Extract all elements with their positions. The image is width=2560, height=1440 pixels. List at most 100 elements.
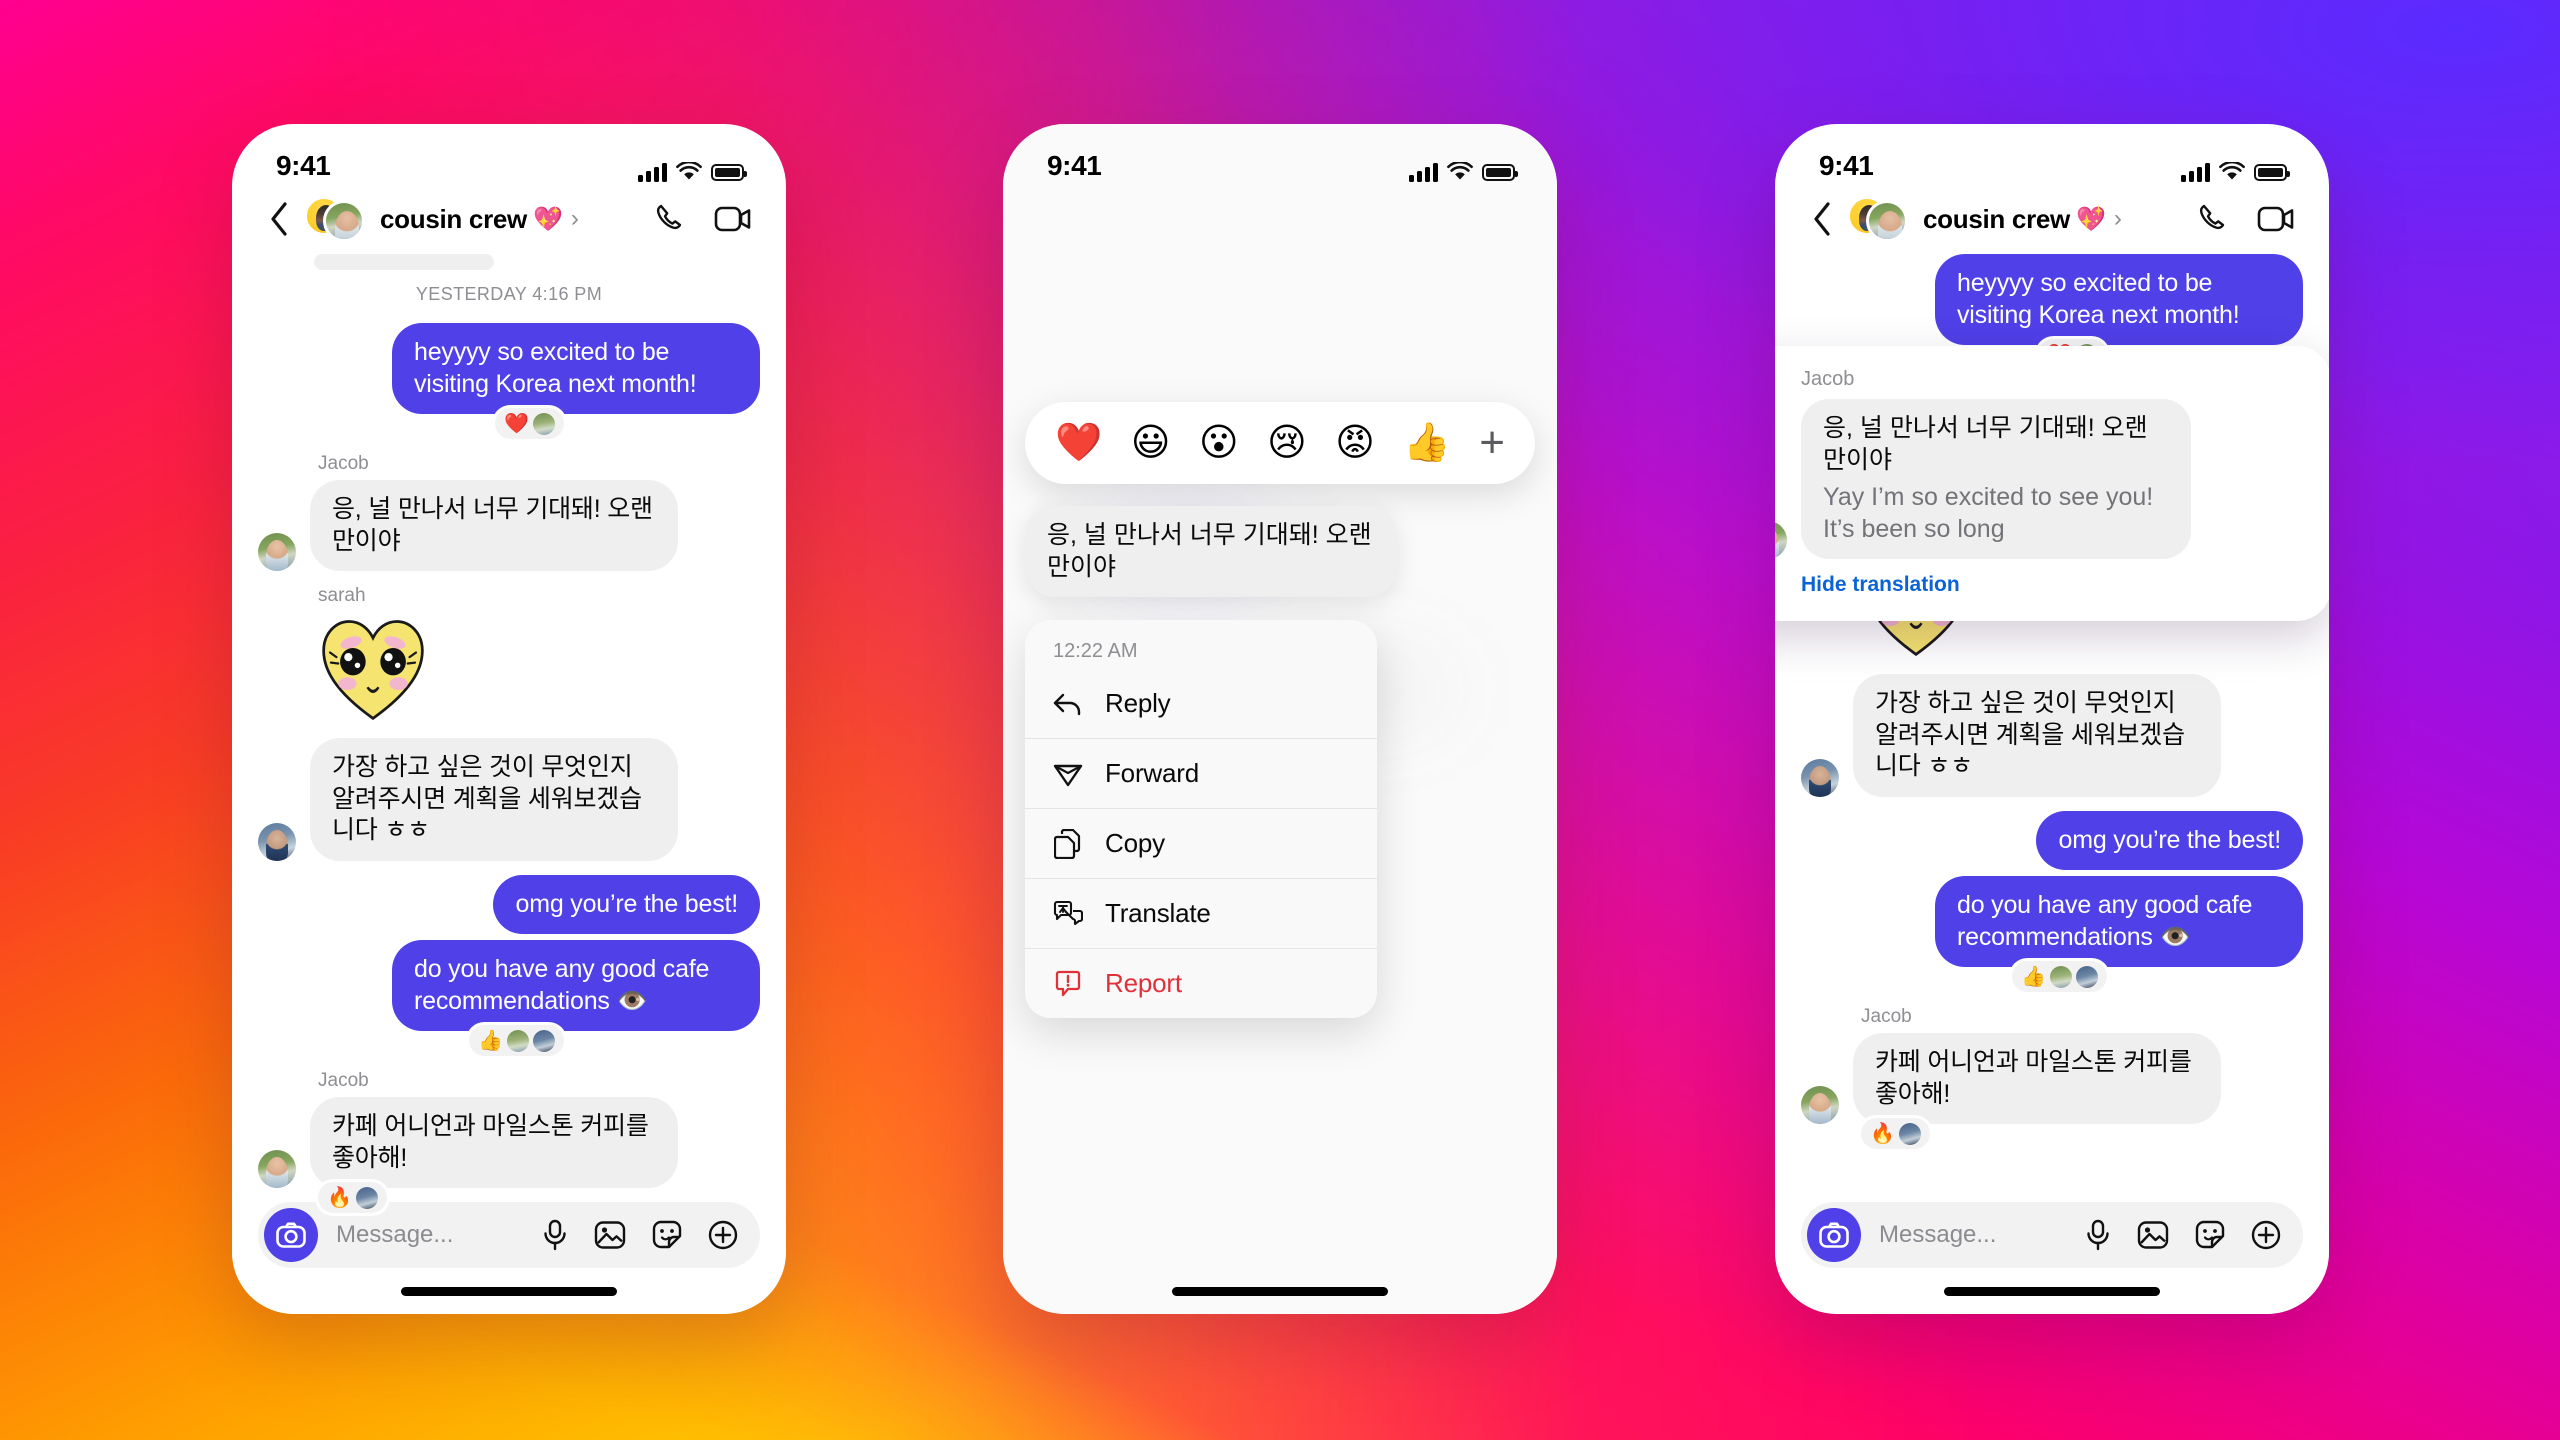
- context-menu-item-forward[interactable]: Forward: [1025, 738, 1377, 808]
- focused-message-bubble[interactable]: 응, 널 만나서 너무 기대돼! 오랜만이야: [1025, 506, 1397, 597]
- thumbsup-reaction-emoji: 👍: [478, 1030, 503, 1052]
- message-bubble[interactable]: 가장 하고 싶은 것이 무엇인지 알려주시면 계획을 세워보겠습니다 ㅎㅎ: [310, 738, 678, 861]
- page-title[interactable]: cousin crew: [380, 204, 527, 235]
- reactor-avatar: [1898, 1122, 1921, 1145]
- reaction-pill[interactable]: ❤️: [495, 408, 564, 439]
- reaction-laugh-icon[interactable]: 😃: [1131, 424, 1171, 462]
- message-context-menu[interactable]: 12:22 AM Reply Forward Copy Translate Re…: [1025, 620, 1377, 1018]
- back-chevron-icon[interactable]: [1801, 202, 1843, 236]
- fire-reaction-emoji: 🔥: [327, 1187, 352, 1209]
- avatar: [1801, 1086, 1839, 1124]
- partial-bubble-above: [314, 254, 494, 270]
- message-row-out[interactable]: omg you’re the best!: [1801, 810, 2303, 870]
- reaction-sad-icon[interactable]: 😢: [1267, 424, 1307, 462]
- translated-text: Yay I’m so excited to see you! It’s been…: [1823, 483, 2154, 543]
- message-bubble[interactable]: 응, 널 만나서 너무 기대돼! 오랜만이야: [310, 480, 678, 571]
- phone-call-icon[interactable]: [654, 202, 688, 236]
- chat-header: cousin crew 💖 ›: [1775, 186, 2329, 254]
- reaction-row[interactable]: 👍: [258, 1025, 760, 1056]
- plus-circle-icon[interactable]: [2251, 1220, 2281, 1250]
- message-bubble[interactable]: do you have any good cafe recommendation…: [392, 940, 760, 1031]
- status-bar: 9:41: [1003, 124, 1557, 186]
- copy-pages-icon: [1053, 828, 1083, 859]
- group-avatar[interactable]: [304, 196, 370, 242]
- message-row-out[interactable]: heyyyy so excited to be visiting Korea n…: [258, 323, 760, 414]
- message-bubble[interactable]: omg you’re the best!: [2036, 810, 2303, 870]
- message-bubble[interactable]: heyyyy so excited to be visiting Korea n…: [392, 323, 760, 414]
- reaction-row[interactable]: 🔥: [1801, 1118, 2303, 1149]
- battery-full-icon: [711, 163, 747, 181]
- reaction-pill[interactable]: 👍: [2012, 961, 2107, 992]
- message-row-out[interactable]: heyyyy so excited to be visiting Korea n…: [1801, 254, 2303, 345]
- back-chevron-icon[interactable]: [258, 202, 300, 236]
- message-bubble[interactable]: omg you’re the best!: [493, 874, 760, 934]
- context-menu-item-translate[interactable]: Translate: [1025, 878, 1377, 948]
- message-bubble[interactable]: do you have any good cafe recommendation…: [1935, 876, 2303, 967]
- photo-gallery-icon[interactable]: [594, 1220, 626, 1250]
- reaction-wow-icon[interactable]: 😮: [1199, 424, 1239, 462]
- report-warning-icon: [1053, 969, 1083, 999]
- message-sender-name: Jacob: [1861, 1006, 1912, 1027]
- reaction-picker-bar[interactable]: ❤️ 😃 😮 😢 😡 👍 +: [1025, 402, 1535, 484]
- translation-card[interactable]: Jacob 응, 널 만나서 너무 기대돼! 오랜만이야 Yay I’m so …: [1775, 346, 2329, 621]
- message-composer[interactable]: Message...: [232, 1188, 786, 1314]
- context-menu-item-reply[interactable]: Reply: [1025, 669, 1377, 738]
- message-row-in[interactable]: 응, 널 만나서 너무 기대돼! 오랜만이야: [258, 480, 760, 571]
- status-bar-time: 9:41: [1819, 150, 1874, 181]
- message-row-in[interactable]: 카페 어니언과 마일스톤 커피를 좋아해!: [258, 1097, 760, 1188]
- message-bubble[interactable]: 카페 어니언과 마일스톤 커피를 좋아해!: [310, 1097, 678, 1188]
- avatar: [258, 822, 296, 861]
- hide-translation-link[interactable]: Hide translation: [1801, 573, 2301, 597]
- camera-icon[interactable]: [264, 1208, 318, 1262]
- message-bubble[interactable]: 카페 어니언과 마일스톤 커피를 좋아해!: [1853, 1033, 2221, 1124]
- message-composer[interactable]: Message...: [1775, 1188, 2329, 1314]
- avatar: [1775, 521, 1787, 559]
- message-row-in[interactable]: 카페 어니언과 마일스톤 커피를 좋아해!: [1801, 1033, 2303, 1124]
- context-menu-item-copy[interactable]: Copy: [1025, 808, 1377, 878]
- message-bubble[interactable]: 가장 하고 싶은 것이 무엇인지 알려주시면 계획을 세워보겠습니다 ㅎㅎ: [1853, 674, 2221, 797]
- reaction-pill[interactable]: 🔥: [318, 1182, 387, 1213]
- photo-gallery-icon[interactable]: [2137, 1220, 2169, 1250]
- microphone-icon[interactable]: [542, 1219, 568, 1251]
- translated-message-bubble[interactable]: 응, 널 만나서 너무 기대돼! 오랜만이야 Yay I’m so excite…: [1801, 399, 2191, 559]
- avatar-primary: [323, 200, 365, 242]
- reaction-angry-icon[interactable]: 😡: [1335, 424, 1375, 462]
- chevron-right-icon[interactable]: ›: [2114, 205, 2122, 233]
- plus-circle-icon[interactable]: [708, 1220, 738, 1250]
- home-indicator: [258, 1268, 760, 1314]
- status-bar: 9:41: [232, 124, 786, 186]
- sticker-icon[interactable]: [2195, 1220, 2225, 1250]
- microphone-icon[interactable]: [2085, 1219, 2111, 1251]
- message-list-1[interactable]: YESTERDAY 4:16 PM heyyyy so excited to b…: [232, 254, 786, 1213]
- reaction-pill[interactable]: 👍: [469, 1025, 564, 1056]
- sticker-icon[interactable]: [652, 1220, 682, 1250]
- reaction-heart-icon[interactable]: ❤️: [1055, 424, 1102, 462]
- cellular-signal-icon: [2181, 162, 2210, 182]
- group-avatar[interactable]: [1847, 196, 1913, 242]
- context-menu-item-report[interactable]: Report: [1025, 948, 1377, 1018]
- message-input[interactable]: Message...: [1879, 1221, 2085, 1249]
- message-row-out[interactable]: do you have any good cafe recommendation…: [1801, 876, 2303, 967]
- message-row-sticker[interactable]: [258, 612, 760, 732]
- translate-icon: [1053, 899, 1083, 929]
- reaction-pill[interactable]: 🔥: [1861, 1118, 1930, 1149]
- avatar: [258, 1150, 296, 1188]
- message-row-in[interactable]: 가장 하고 싶은 것이 무엇인지 알려주시면 계획을 세워보겠습니다 ㅎㅎ: [1801, 674, 2303, 797]
- reaction-row[interactable]: 👍: [1801, 961, 2303, 992]
- message-row-out[interactable]: omg you’re the best!: [258, 874, 760, 934]
- reaction-row[interactable]: ❤️: [258, 408, 760, 439]
- message-row-in[interactable]: 가장 하고 싶은 것이 무엇인지 알려주시면 계획을 세워보겠습니다 ㅎㅎ: [258, 738, 760, 861]
- video-camera-icon[interactable]: [2257, 204, 2295, 234]
- chevron-right-icon[interactable]: ›: [571, 205, 579, 233]
- camera-icon[interactable]: [1807, 1208, 1861, 1262]
- message-bubble[interactable]: heyyyy so excited to be visiting Korea n…: [1935, 254, 2303, 345]
- phone-call-icon[interactable]: [2197, 202, 2231, 236]
- video-camera-icon[interactable]: [714, 204, 752, 234]
- reaction-thumbsup-icon[interactable]: 👍: [1403, 424, 1450, 462]
- message-input[interactable]: Message...: [336, 1221, 542, 1249]
- reactor-avatar: [533, 412, 555, 435]
- yellow-heart-face-sticker[interactable]: [318, 616, 428, 722]
- add-reaction-plus-icon[interactable]: +: [1479, 421, 1505, 465]
- message-row-out[interactable]: do you have any good cafe recommendation…: [258, 940, 760, 1031]
- page-title[interactable]: cousin crew: [1923, 204, 2070, 235]
